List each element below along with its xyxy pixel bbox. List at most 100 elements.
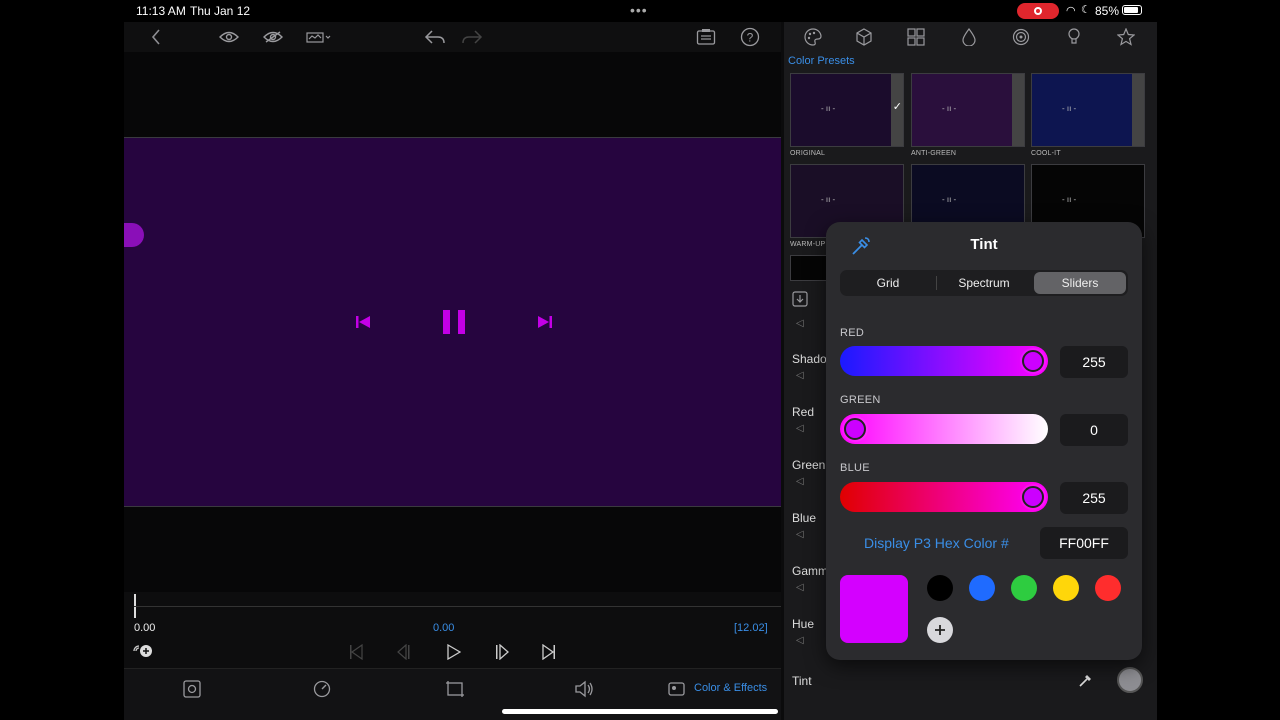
tint-color-well[interactable] [1117, 667, 1143, 693]
step-forward-icon[interactable] [494, 643, 510, 665]
help-icon[interactable]: ? [739, 26, 761, 48]
preset-label-warm-up: WARM-UP [790, 241, 826, 248]
eye-slash-icon[interactable] [262, 27, 284, 47]
red-slider-knob[interactable] [1022, 350, 1044, 372]
play-icon[interactable] [447, 643, 462, 665]
go-to-start-icon[interactable] [349, 643, 363, 665]
multitask-dots-icon[interactable]: ••• [630, 2, 648, 18]
drop-icon[interactable] [958, 26, 980, 48]
eye-icon[interactable] [218, 27, 240, 47]
popover-title: Tint [970, 236, 998, 253]
preset-thumb-glyph: - ıı - [821, 195, 836, 204]
row-gamma: Gamm [792, 564, 828, 578]
grid-icon[interactable] [905, 26, 927, 48]
waveform-menu-icon[interactable] [306, 27, 332, 47]
green-value-field[interactable]: 0 [1060, 414, 1128, 446]
cube-icon[interactable] [853, 26, 875, 48]
status-bar: 11:13 AM Thu Jan 12 ••• ◠ ☾ 85% [124, 0, 1157, 22]
chevron-left-icon[interactable]: ◁ [796, 318, 804, 329]
home-indicator[interactable] [502, 709, 778, 714]
undo-icon[interactable] [423, 27, 447, 47]
row-red: Red [792, 405, 815, 419]
eyedropper-icon[interactable] [1078, 672, 1094, 693]
red-slider[interactable] [840, 346, 1048, 376]
tab-spectrum[interactable]: Spectrum [938, 272, 1030, 294]
chevron-left-icon[interactable]: ◁ [796, 476, 804, 487]
project-settings-icon[interactable] [695, 26, 717, 48]
skip-back-overlay-icon[interactable] [355, 315, 371, 334]
chevron-left-icon[interactable]: ◁ [796, 423, 804, 434]
back-chevron-icon[interactable] [146, 27, 166, 47]
preset-thumb-glyph: - ıı - [942, 195, 957, 204]
top-toolbar: ? [124, 22, 781, 52]
hex-value-field[interactable]: FF00FF [1040, 527, 1128, 559]
timeline[interactable]: 0.00 0.00 [12.02] [124, 592, 781, 668]
preset-scroll [1012, 74, 1024, 146]
tab-sliders[interactable]: Sliders [1034, 272, 1126, 294]
row-hue: Hue [792, 617, 815, 631]
swatch-yellow[interactable] [1053, 575, 1079, 601]
skip-forward-overlay-icon[interactable] [537, 315, 553, 334]
redo-icon[interactable] [460, 27, 484, 47]
add-swatch-icon[interactable] [927, 617, 953, 643]
time-current: 0.00 [433, 622, 455, 634]
tab-grid[interactable]: Grid [842, 272, 934, 294]
presets-title: Color Presets [788, 55, 855, 67]
preset-thumb-glyph: - ıı - [821, 104, 836, 113]
red-label: RED [840, 327, 865, 339]
chevron-left-icon[interactable]: ◁ [796, 370, 804, 381]
color-effects-icon[interactable] [668, 680, 686, 703]
preset-anti-green[interactable]: - ıı - [911, 73, 1025, 147]
step-back-icon[interactable] [396, 643, 412, 665]
star-icon[interactable] [1115, 26, 1137, 48]
preset-label-anti-green: ANTI-GREEN [911, 150, 957, 157]
current-color-swatch[interactable] [840, 575, 908, 643]
go-to-end-icon[interactable] [542, 643, 556, 665]
seg-divider [936, 276, 937, 290]
swatch-black[interactable] [927, 575, 953, 601]
bulb-icon[interactable] [1063, 26, 1085, 48]
green-label: GREEN [840, 394, 881, 406]
download-preset-icon[interactable] [792, 291, 808, 312]
blue-value-field[interactable]: 255 [1060, 482, 1128, 514]
add-audio-icon[interactable] [132, 644, 154, 663]
pause-overlay-icon[interactable] [442, 309, 466, 340]
red-value-field[interactable]: 255 [1060, 346, 1128, 378]
preset-thumb-glyph: - ıı - [942, 104, 957, 113]
status-date: Thu Jan 12 [190, 4, 251, 18]
battery-percent: 85% [1095, 4, 1120, 18]
volume-icon[interactable] [574, 680, 594, 703]
color-effects-tab[interactable]: Color & Effects [694, 682, 767, 694]
screen-record-icon[interactable] [1017, 3, 1059, 19]
checkmark-icon: ✓ [892, 101, 902, 113]
swatch-red[interactable] [1095, 575, 1121, 601]
speed-icon[interactable] [313, 680, 331, 703]
blue-slider[interactable] [840, 482, 1048, 512]
preset-7[interactable] [790, 255, 830, 281]
row-tint: Tint [792, 674, 812, 688]
chevron-left-icon[interactable]: ◁ [796, 635, 804, 646]
swatch-blue[interactable] [969, 575, 995, 601]
palette-icon[interactable] [802, 26, 824, 48]
preset-thumb-glyph: - ıı - [1062, 195, 1077, 204]
row-green: Green [792, 458, 826, 472]
status-time: 11:13 AM [136, 4, 186, 18]
row-blue: Blue [792, 511, 817, 525]
green-slider-knob[interactable] [844, 418, 866, 440]
frame-icon[interactable] [183, 680, 201, 703]
playhead-marker [124, 223, 144, 247]
chevron-left-icon[interactable]: ◁ [796, 582, 804, 593]
time-start: 0.00 [134, 622, 156, 634]
crop-icon[interactable] [445, 680, 465, 703]
spiral-icon[interactable] [1010, 26, 1032, 48]
swatch-green[interactable] [1011, 575, 1037, 601]
video-preview[interactable] [124, 137, 781, 507]
preset-thumb-glyph: - ıı - [1062, 104, 1077, 113]
hex-label: Display P3 Hex Color # [864, 535, 1009, 551]
battery-icon [1122, 5, 1142, 15]
preset-original[interactable]: - ıı - ✓ [790, 73, 904, 147]
chevron-left-icon[interactable]: ◁ [796, 529, 804, 540]
preset-cool-it[interactable]: - ıı - [1031, 73, 1145, 147]
green-slider[interactable] [840, 414, 1048, 444]
blue-slider-knob[interactable] [1022, 486, 1044, 508]
